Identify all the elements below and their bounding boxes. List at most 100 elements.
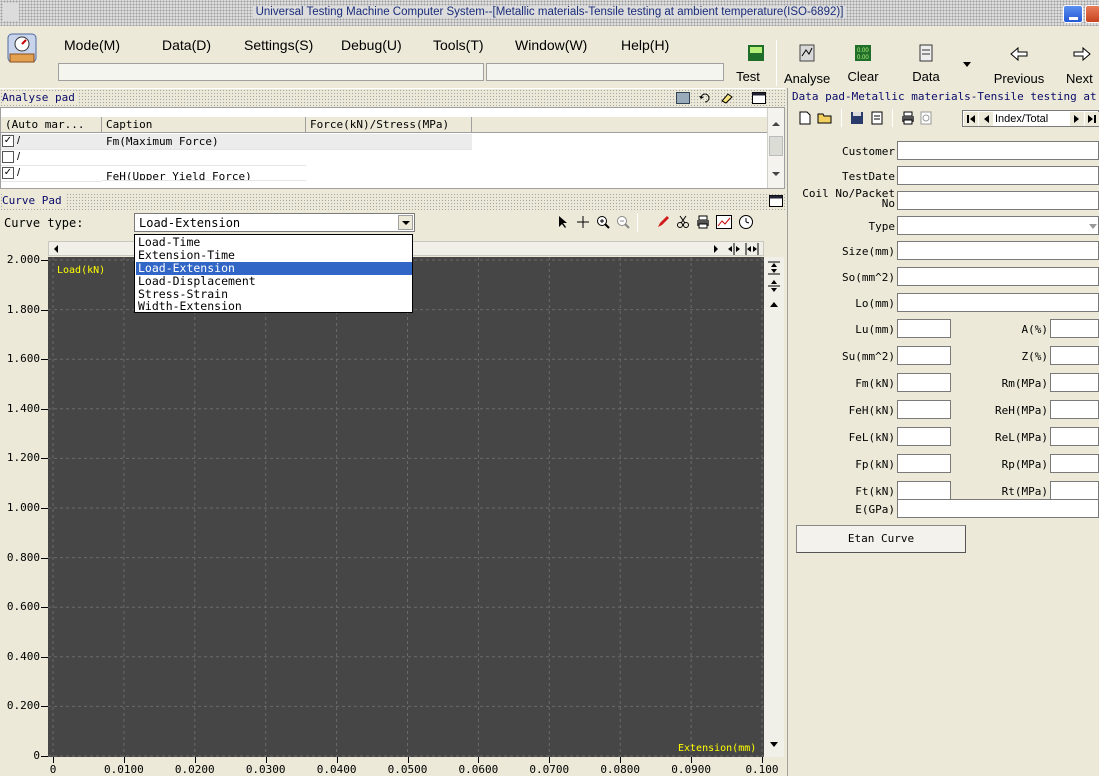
table-row[interactable]: ✓ / bbox=[1, 166, 102, 182]
test-icon bbox=[748, 45, 764, 61]
save-icon[interactable] bbox=[850, 111, 864, 125]
size-field[interactable] bbox=[897, 241, 1099, 260]
scissors-icon[interactable] bbox=[676, 215, 690, 229]
toolbar-separator bbox=[637, 213, 638, 232]
lo-field[interactable] bbox=[897, 293, 1099, 312]
reh-field[interactable] bbox=[1050, 400, 1099, 419]
eraser-icon[interactable] bbox=[720, 92, 734, 104]
scroll-thumb[interactable] bbox=[769, 136, 783, 156]
test-button[interactable]: Test bbox=[728, 44, 768, 84]
svg-text:0.00: 0.00 bbox=[857, 48, 869, 54]
x-tick-mark bbox=[336, 757, 338, 763]
chevron-down-icon[interactable] bbox=[398, 215, 413, 230]
type-select[interactable] bbox=[897, 216, 1099, 235]
col-auto-mark[interactable]: (Auto mar... bbox=[1, 117, 102, 133]
menu-settings[interactable]: Settings(S) bbox=[244, 37, 313, 53]
scroll-up-icon[interactable] bbox=[771, 120, 781, 128]
next-record-icon[interactable] bbox=[1070, 112, 1084, 126]
zoom-out-icon[interactable] bbox=[616, 215, 630, 229]
scroll-left-icon[interactable] bbox=[51, 244, 61, 254]
so-field[interactable] bbox=[897, 267, 1099, 286]
data-button[interactable]: Data bbox=[906, 44, 946, 84]
undo-icon[interactable] bbox=[698, 92, 712, 104]
crosshair-icon[interactable] bbox=[576, 215, 590, 229]
data-dropdown-arrow[interactable] bbox=[962, 58, 972, 72]
col-caption[interactable]: Caption bbox=[102, 117, 306, 133]
rt-field[interactable] bbox=[1050, 481, 1099, 500]
a-field[interactable] bbox=[1050, 319, 1099, 338]
lu-field[interactable] bbox=[897, 319, 951, 338]
row-checkbox[interactable] bbox=[2, 151, 14, 163]
minimize-button[interactable] bbox=[1063, 5, 1083, 23]
fp-field[interactable] bbox=[897, 454, 951, 473]
testdate-field[interactable] bbox=[897, 166, 1099, 185]
document-icon[interactable] bbox=[870, 111, 884, 125]
clock-icon[interactable] bbox=[738, 214, 754, 230]
zoom-y-in-icon[interactable] bbox=[768, 261, 780, 275]
pointer-icon[interactable] bbox=[556, 215, 570, 229]
ft-field[interactable] bbox=[897, 481, 951, 500]
customer-field[interactable] bbox=[897, 141, 1099, 160]
scroll-down-icon[interactable] bbox=[768, 740, 780, 750]
pen-icon[interactable] bbox=[656, 215, 670, 229]
menu-tools[interactable]: Tools(T) bbox=[433, 37, 484, 53]
menu-debug[interactable]: Debug(U) bbox=[341, 37, 402, 53]
scroll-down-icon[interactable] bbox=[771, 170, 781, 178]
first-record-icon[interactable] bbox=[964, 112, 978, 126]
previous-record-icon[interactable] bbox=[979, 112, 993, 126]
curve-type-dropdown-list[interactable]: Load-Time Extension-Time Load-Extension … bbox=[134, 234, 413, 313]
analyse-scrollbar[interactable] bbox=[767, 108, 784, 188]
menu-window[interactable]: Window(W) bbox=[515, 37, 587, 53]
zoom-in-icon[interactable] bbox=[596, 215, 610, 229]
maximize-icon[interactable] bbox=[769, 195, 783, 207]
zoom-x-in-icon[interactable] bbox=[727, 243, 741, 255]
new-file-icon[interactable] bbox=[798, 111, 812, 125]
menu-help[interactable]: Help(H) bbox=[621, 37, 669, 53]
next-button[interactable]: Next bbox=[1062, 44, 1099, 86]
table-row[interactable]: / bbox=[1, 150, 102, 166]
table-row[interactable]: ✓ / bbox=[1, 134, 102, 150]
clear-button[interactable]: 0.00 0.00 Clear bbox=[843, 44, 883, 84]
calculator-icon[interactable] bbox=[676, 92, 690, 104]
rm-field[interactable] bbox=[1050, 373, 1099, 392]
e-field[interactable] bbox=[897, 499, 1099, 518]
scroll-up-icon[interactable] bbox=[768, 299, 780, 309]
rel-field[interactable] bbox=[1050, 427, 1099, 446]
open-folder-icon[interactable] bbox=[817, 111, 833, 125]
window-restore-icon[interactable] bbox=[752, 92, 766, 104]
rp-field[interactable] bbox=[1050, 454, 1099, 473]
chart-icon[interactable] bbox=[716, 215, 732, 229]
curve-option-width-extension[interactable]: Width-Extension bbox=[136, 300, 412, 313]
last-record-icon[interactable] bbox=[1085, 112, 1099, 126]
su-field[interactable] bbox=[897, 346, 951, 365]
zoom-y-out-icon[interactable] bbox=[768, 279, 780, 293]
curve-plot-area[interactable]: Load(kN) Extension(mm) bbox=[48, 257, 764, 757]
etan-curve-button[interactable]: Etan Curve bbox=[796, 525, 966, 553]
fm-field[interactable] bbox=[897, 373, 951, 392]
print-icon[interactable] bbox=[696, 215, 710, 229]
row-value[interactable] bbox=[306, 134, 472, 150]
scroll-right-icon[interactable] bbox=[711, 244, 721, 254]
close-button[interactable] bbox=[1085, 5, 1099, 23]
e-label: E(GPa) bbox=[855, 503, 895, 516]
curve-type-select[interactable]: Load-Extension bbox=[134, 213, 415, 232]
menu-data[interactable]: Data(D) bbox=[162, 37, 211, 53]
chevron-down-icon[interactable] bbox=[1088, 223, 1098, 231]
plot-vertical-scrollbar[interactable] bbox=[764, 257, 784, 757]
print-icon[interactable] bbox=[901, 111, 915, 125]
menu-mode[interactable]: Mode(M) bbox=[64, 37, 120, 53]
fel-field[interactable] bbox=[897, 427, 951, 446]
record-navigator[interactable]: Index/Total bbox=[962, 110, 1099, 127]
row-checkbox[interactable]: ✓ bbox=[2, 135, 14, 147]
preview-icon[interactable] bbox=[919, 111, 933, 125]
zoom-x-out-icon[interactable] bbox=[745, 243, 759, 255]
analyse-pad-title: Analyse pad bbox=[2, 91, 79, 104]
col-force-stress[interactable]: Force(kN)/Stress(MPa) bbox=[306, 117, 472, 133]
previous-button[interactable]: Previous bbox=[990, 44, 1048, 86]
feh-field[interactable] bbox=[897, 400, 951, 419]
z-field[interactable] bbox=[1050, 346, 1099, 365]
row-checkbox[interactable]: ✓ bbox=[2, 167, 14, 179]
analyse-table: (Auto mar... Caption Force(kN)/Stress(MP… bbox=[0, 107, 785, 189]
analyse-button[interactable]: Analyse bbox=[784, 44, 830, 86]
coil-no-packet-field[interactable] bbox=[897, 191, 1099, 210]
